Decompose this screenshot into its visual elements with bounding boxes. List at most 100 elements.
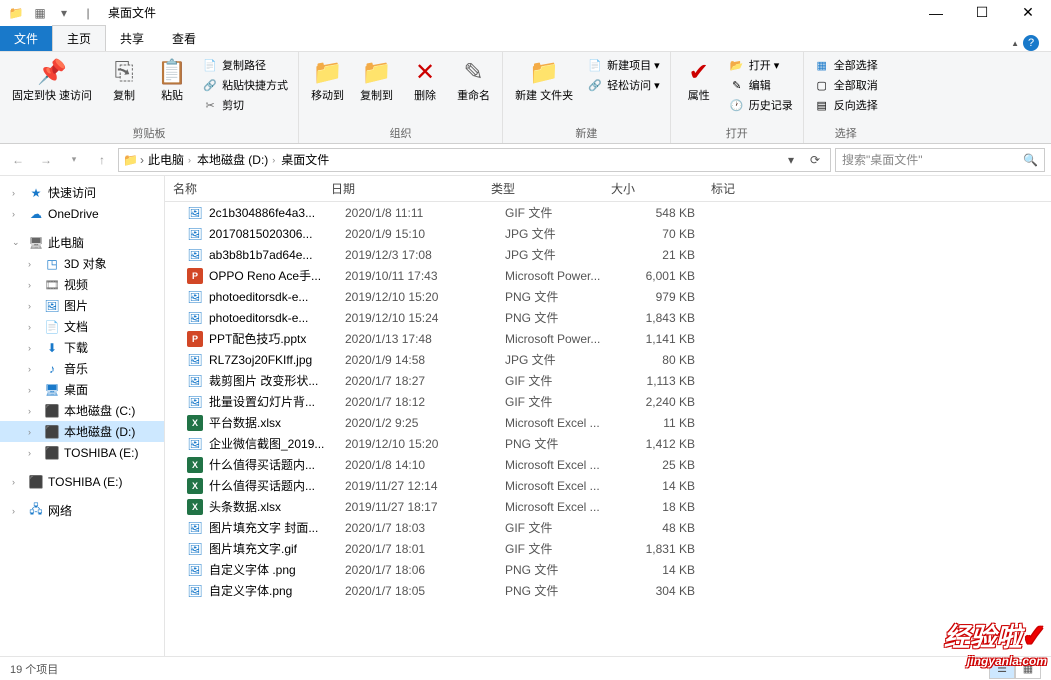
new-folder-button[interactable]: 📁新建 文件夹 [509, 54, 579, 105]
tab-share[interactable]: 共享 [106, 26, 158, 51]
tree-item[interactable]: ›⬛本地磁盘 (D:) [0, 421, 164, 442]
tree-item[interactable]: ›⬛TOSHIBA (E:) [0, 471, 164, 492]
tree-item[interactable]: ›📄文档 [0, 316, 164, 337]
search-icon[interactable]: 🔍 [1023, 153, 1038, 167]
breadcrumb[interactable]: 本地磁盘 (D:)› [195, 151, 277, 168]
recent-button[interactable]: ▾ [62, 148, 86, 172]
col-size[interactable]: 大小 [611, 180, 681, 197]
minimize-button[interactable]: — [913, 0, 959, 26]
invert-selection-button[interactable]: ▤反向选择 [810, 96, 882, 114]
file-row[interactable]: 🖼企业微信截图_2019...2019/12/10 15:20PNG 文件1,4… [165, 433, 1051, 454]
tree-item[interactable]: ›◳3D 对象 [0, 253, 164, 274]
tree-item[interactable]: ›🎞视频 [0, 274, 164, 295]
cut-button[interactable]: ✂剪切 [198, 96, 292, 114]
tree-item[interactable]: ⌄🖥此电脑 [0, 232, 164, 253]
tab-view[interactable]: 查看 [158, 26, 210, 51]
paste-button[interactable]: 📋粘贴 [150, 54, 194, 105]
file-row[interactable]: X平台数据.xlsx2020/1/2 9:25Microsoft Excel .… [165, 412, 1051, 433]
chevron-down-icon[interactable]: ▾ [54, 3, 74, 23]
file-list[interactable]: 🖼2c1b304886fe4a3...2020/1/8 11:11GIF 文件5… [165, 202, 1051, 656]
address-bar[interactable]: 📁 › 此电脑› 本地磁盘 (D:)› 桌面文件 ▾ ⟳ [118, 148, 831, 172]
separator: | [78, 3, 98, 23]
dropdown-button[interactable]: ▾ [780, 153, 802, 167]
delete-button[interactable]: ✕删除 [403, 54, 447, 105]
col-date[interactable]: 日期 [331, 180, 491, 197]
tree-item[interactable]: ›🖥桌面 [0, 379, 164, 400]
search-placeholder: 搜索"桌面文件" [842, 151, 1023, 168]
file-row[interactable]: 🖼自定义字体.png2020/1/7 18:05PNG 文件304 KB [165, 580, 1051, 601]
file-row[interactable]: 🖼ab3b8b1b7ad64e...2019/12/3 17:08JPG 文件2… [165, 244, 1051, 265]
file-row[interactable]: POPPO Reno Ace手...2019/10/11 17:43Micros… [165, 265, 1051, 286]
select-none-button[interactable]: ▢全部取消 [810, 76, 882, 94]
breadcrumb[interactable]: 桌面文件 [279, 151, 331, 168]
navigation-tree[interactable]: ›★快速访问›☁OneDrive ⌄🖥此电脑›◳3D 对象›🎞视频›🖼图片›📄文档… [0, 176, 165, 656]
refresh-button[interactable]: ⟳ [804, 153, 826, 167]
rename-button[interactable]: ✎重命名 [451, 54, 496, 105]
copy-to-button[interactable]: 📁复制到 [354, 54, 399, 105]
tree-item[interactable]: ›⬛TOSHIBA (E:) [0, 442, 164, 463]
file-row[interactable]: 🖼photoeditorsdk-e...2019/12/10 15:24PNG … [165, 307, 1051, 328]
pin-button[interactable]: 📌固定到快 速访问 [6, 54, 98, 105]
file-row[interactable]: 🖼批量设置幻灯片背...2020/1/7 18:12GIF 文件2,240 KB [165, 391, 1051, 412]
tree-item[interactable]: ›🖼图片 [0, 295, 164, 316]
tab-home[interactable]: 主页 [52, 25, 106, 51]
column-headers[interactable]: 名称 日期 类型 大小 标记 [165, 176, 1051, 202]
ribbon-tabs: 文件 主页 共享 查看 ▲? [0, 26, 1051, 51]
col-tags[interactable]: 标记 [681, 180, 761, 197]
file-row[interactable]: X头条数据.xlsx2019/11/27 18:17Microsoft Exce… [165, 496, 1051, 517]
help-button[interactable]: ▲? [999, 35, 1051, 51]
status-bar: 19 个项目 ☰ ▦ [0, 656, 1051, 680]
tree-item[interactable]: ›🖧网络 [0, 500, 164, 521]
group-new: 📁新建 文件夹 📄新建项目 ▾ 🔗轻松访问 ▾ 新建 [503, 52, 671, 143]
copy-button[interactable]: ⎘复制 [102, 54, 146, 105]
ribbon: 📌固定到快 速访问 ⎘复制 📋粘贴 📄复制路径 🔗粘贴快捷方式 ✂剪切 剪贴板 … [0, 51, 1051, 144]
group-label: 组织 [305, 123, 496, 143]
watermark: 经验啦✓ jingyanla.com [944, 617, 1047, 668]
title-bar: 📁 ▦ ▾ | 桌面文件 — ☐ ✕ [0, 0, 1051, 26]
file-row[interactable]: 🖼20170815020306...2020/1/9 15:10JPG 文件70… [165, 223, 1051, 244]
file-row[interactable]: X什么值得买话题内...2020/1/8 14:10Microsoft Exce… [165, 454, 1051, 475]
col-type[interactable]: 类型 [491, 180, 611, 197]
file-row[interactable]: PPPT配色技巧.pptx2020/1/13 17:48Microsoft Po… [165, 328, 1051, 349]
group-label: 打开 [677, 123, 797, 143]
new-item-button[interactable]: 📄新建项目 ▾ [583, 56, 664, 74]
file-row[interactable]: 🖼图片填充文字.gif2020/1/7 18:01GIF 文件1,831 KB [165, 538, 1051, 559]
group-organize: 📁移动到 📁复制到 ✕删除 ✎重命名 组织 [299, 52, 503, 143]
forward-button[interactable]: → [34, 148, 58, 172]
tab-file[interactable]: 文件 [0, 26, 52, 51]
close-button[interactable]: ✕ [1005, 0, 1051, 26]
file-row[interactable]: 🖼自定义字体 .png2020/1/7 18:06PNG 文件14 KB [165, 559, 1051, 580]
tree-item[interactable]: ›⬇下载 [0, 337, 164, 358]
file-row[interactable]: 🖼2c1b304886fe4a3...2020/1/8 11:11GIF 文件5… [165, 202, 1051, 223]
history-button[interactable]: 🕐历史记录 [725, 96, 797, 114]
tree-item[interactable]: ›⬛本地磁盘 (C:) [0, 400, 164, 421]
file-row[interactable]: X什么值得买话题内...2019/11/27 12:14Microsoft Ex… [165, 475, 1051, 496]
maximize-button[interactable]: ☐ [959, 0, 1005, 26]
file-row[interactable]: 🖼RL7Z3oj20FKIff.jpg2020/1/9 14:58JPG 文件8… [165, 349, 1051, 370]
file-row[interactable]: 🖼图片填充文字 封面...2020/1/7 18:03GIF 文件48 KB [165, 517, 1051, 538]
tree-item[interactable]: ›☁OneDrive [0, 203, 164, 224]
edit-button[interactable]: ✎编辑 [725, 76, 797, 94]
group-label: 选择 [810, 123, 882, 143]
tree-item[interactable]: ›♪音乐 [0, 358, 164, 379]
file-row[interactable]: 🖼photoeditorsdk-e...2019/12/10 15:20PNG … [165, 286, 1051, 307]
back-button[interactable]: ← [6, 148, 30, 172]
window-title: 桌面文件 [108, 4, 156, 21]
up-button[interactable]: ↑ [90, 148, 114, 172]
col-name[interactable]: 名称 [173, 180, 331, 197]
move-to-button[interactable]: 📁移动到 [305, 54, 350, 105]
tree-item[interactable]: ›★快速访问 [0, 182, 164, 203]
select-all-button[interactable]: ▦全部选择 [810, 56, 882, 74]
folder-icon: 📁 [6, 3, 26, 23]
chevron-icon[interactable]: › [140, 153, 144, 167]
file-row[interactable]: 🖼裁剪图片 改变形状...2020/1/7 18:27GIF 文件1,113 K… [165, 370, 1051, 391]
properties-button[interactable]: ✔属性 [677, 54, 721, 105]
quick-doc-icon[interactable]: ▦ [30, 3, 50, 23]
copy-path-button[interactable]: 📄复制路径 [198, 56, 292, 74]
open-button[interactable]: 📂打开 ▾ [725, 56, 797, 74]
easy-access-button[interactable]: 🔗轻松访问 ▾ [583, 76, 664, 94]
search-input[interactable]: 搜索"桌面文件" 🔍 [835, 148, 1045, 172]
group-label: 新建 [509, 123, 664, 143]
paste-shortcut-button[interactable]: 🔗粘贴快捷方式 [198, 76, 292, 94]
breadcrumb[interactable]: 此电脑› [146, 151, 193, 168]
